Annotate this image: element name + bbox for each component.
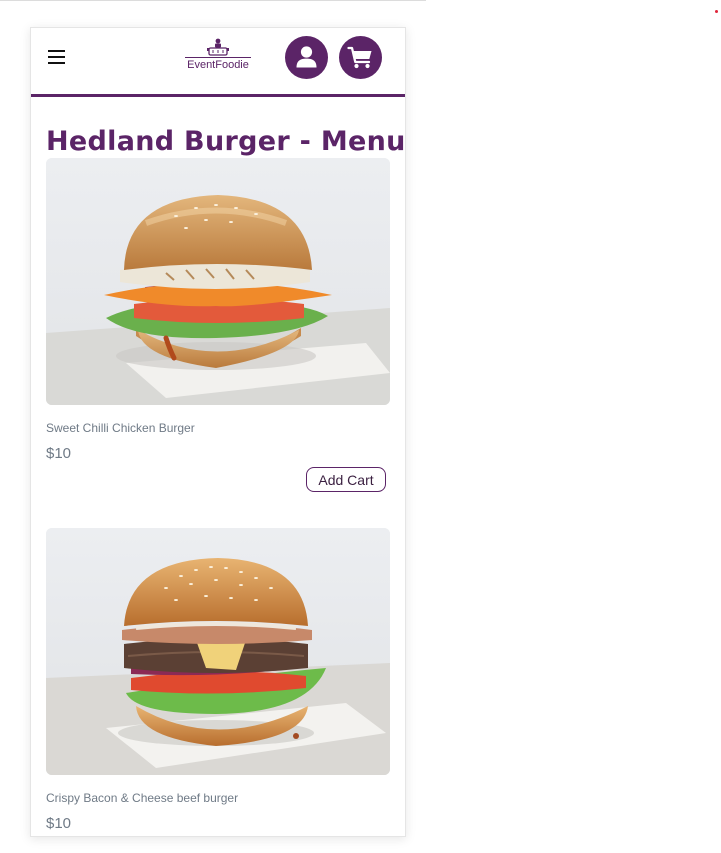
brand-logo[interactable]: EventFoodie xyxy=(182,38,254,74)
brand-name: EventFoodie xyxy=(187,59,249,71)
hamburger-menu-icon[interactable] xyxy=(48,50,65,64)
crispy-bacon-cheese-beef-burger-photo[interactable] xyxy=(46,528,390,775)
chef-logo-icon xyxy=(207,38,229,56)
sweet-chilli-chicken-burger-photo[interactable] xyxy=(46,158,390,405)
user-icon xyxy=(296,46,317,68)
app-header: EventFoodie xyxy=(31,28,405,97)
shopping-cart-icon xyxy=(347,46,372,69)
account-button[interactable] xyxy=(285,36,328,79)
page-title: Hedland Burger - Menu xyxy=(46,126,406,157)
status-dot xyxy=(715,10,718,13)
logo-underline xyxy=(185,57,251,58)
product-price: $10 xyxy=(46,445,72,462)
cart-button[interactable] xyxy=(339,36,382,79)
product-name: Crispy Bacon & Cheese beef burger xyxy=(46,791,239,805)
product-name: Sweet Chilli Chicken Burger xyxy=(46,421,195,435)
product-price: $10 xyxy=(46,815,72,832)
mobile-viewport: EventFoodie Hedland Burger - Menu Sweet … xyxy=(30,27,406,837)
browser-top-border xyxy=(0,0,426,1)
add-to-cart-button[interactable]: Add Cart xyxy=(306,467,386,492)
